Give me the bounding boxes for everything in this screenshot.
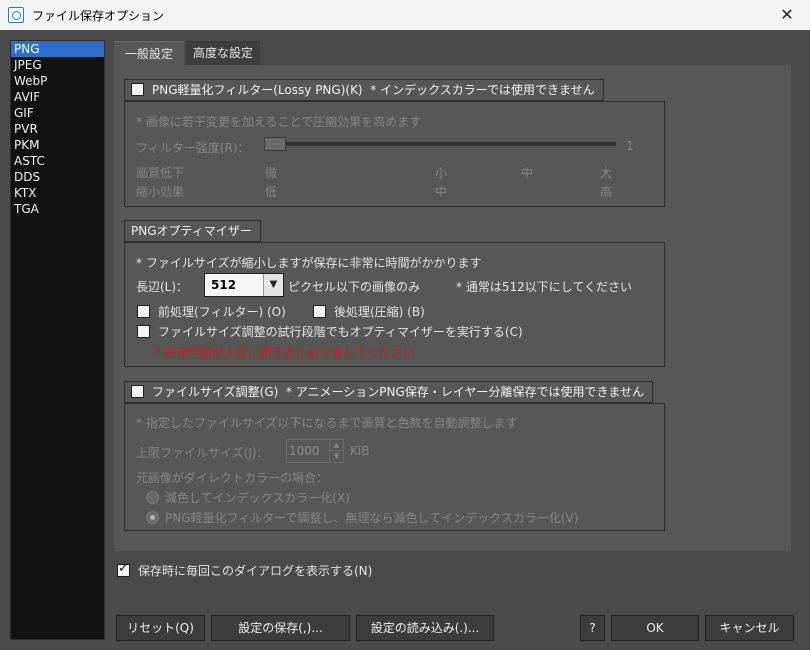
lossy-then-reduce-option[interactable]: PNG軽量化フィルターで調整し、無理なら減色してインデックスカラー化(V) [146, 509, 578, 526]
long-side-suffix: ピクセル以下の画像のみ [288, 280, 421, 294]
close-button[interactable]: ✕ [764, 0, 810, 30]
format-item-gif[interactable]: GIF [11, 105, 104, 121]
lossy-then-reduce-radio[interactable] [146, 511, 159, 524]
filter-strength-value: 1 [626, 139, 634, 153]
lossy-filter-label: PNG軽量化フィルター(Lossy PNG)(K) [152, 83, 363, 97]
compression-effect-label: 縮小効果 [136, 185, 185, 199]
format-item-astc[interactable]: ASTC [11, 153, 104, 169]
optimizer-description: * ファイルサイズが縮小しますが保存に非常に時間がかかります [136, 256, 482, 270]
long-side-value: 512 [211, 278, 237, 292]
long-side-label: 長辺(L)： [136, 280, 189, 294]
show-dialog-label: 保存時に毎回このダイアログを表示する(N) [138, 564, 373, 578]
post-compress-option[interactable]: 後処理(圧縮) (B) [313, 303, 425, 320]
chevron-down-icon[interactable]: ▼ [263, 274, 283, 296]
filesize-adjust-header: ファイルサイズ調整(G) * アニメーションPNG保存・レイヤー分離保存では使用… [124, 381, 654, 403]
lossy-filter-note: * インデックスカラーでは使用できません [370, 83, 595, 97]
filesize-limit-stepper[interactable]: 1000 ▲ ▼ [286, 439, 344, 463]
filesize-description: * 指定したファイルサイズ以下になるまで画質と色数を自動調整します [136, 416, 518, 430]
compression-effect-tick-3: 高 [600, 185, 613, 199]
help-button[interactable]: ? [580, 615, 605, 641]
format-item-pvr[interactable]: PVR [11, 121, 104, 137]
save-settings-button[interactable]: 設定の保存(,)... [211, 615, 350, 641]
run-in-trial-label: ファイルサイズ調整の試行段階でもオプティマイザーを実行する(C) [158, 325, 523, 339]
format-item-webp[interactable]: WebP [11, 73, 104, 89]
lossy-then-reduce-label: PNG軽量化フィルターで調整し、無理なら減色してインデックスカラー化(V) [165, 511, 579, 525]
format-item-avif[interactable]: AVIF [11, 89, 104, 105]
format-list: PNG JPEG WebP AVIF GIF PVR PKM ASTC DDS … [10, 40, 105, 640]
format-item-pkm[interactable]: PKM [11, 137, 104, 153]
filesize-limit-unit: KiB [350, 444, 370, 458]
format-item-ktx[interactable]: KTX [11, 185, 104, 201]
window-title: ファイル保存オプション [32, 9, 165, 23]
processing-time-warning: * 処理時間が大幅に増えるため注意してください [154, 346, 415, 360]
show-dialog-option[interactable]: 保存時に毎回このダイアログを表示する(N) [117, 561, 373, 579]
title-bar: ファイル保存オプション ✕ [0, 0, 810, 30]
tab-advanced[interactable]: 高度な設定 [186, 41, 260, 65]
filter-strength-slider-track[interactable] [268, 142, 616, 146]
stepper-up-icon[interactable]: ▲ [329, 440, 343, 451]
quality-loss-tick-3: 中 [521, 166, 534, 180]
direct-color-label: 元画像がダイレクトカラーの場合： [136, 471, 329, 485]
filesize-adjust-label: ファイルサイズ調整(G) [152, 385, 279, 399]
filesize-adjust-checkbox[interactable] [131, 385, 144, 398]
format-item-jpeg[interactable]: JPEG [11, 57, 104, 73]
load-settings-button[interactable]: 設定の読み込み(.)... [356, 615, 494, 641]
run-in-trial-option[interactable]: ファイルサイズ調整の試行段階でもオプティマイザーを実行する(C) [137, 323, 523, 340]
pre-filter-checkbox[interactable] [137, 305, 150, 318]
lossy-filter-header: PNG軽量化フィルター(Lossy PNG)(K) * インデックスカラーでは使… [124, 79, 604, 101]
app-icon [8, 7, 24, 23]
filter-strength-slider-thumb[interactable] [264, 137, 286, 151]
format-item-png[interactable]: PNG [11, 41, 104, 57]
compression-effect-tick-1: 低 [265, 185, 278, 199]
pre-filter-label: 前処理(フィルター) (O) [158, 305, 286, 319]
filter-strength-label: フィルター強度(R)： [136, 141, 250, 155]
show-dialog-checkbox[interactable] [117, 561, 130, 577]
filesize-limit-value: 1000 [289, 444, 320, 458]
reduce-colors-label: 減色してインデックスカラー化(X) [165, 491, 350, 505]
lossy-filter-description: * 画像に若干変更を加えることで圧縮効果を高めます [136, 115, 422, 129]
cancel-button[interactable]: キャンセル [705, 615, 794, 641]
filesize-adjust-note: * アニメーションPNG保存・レイヤー分離保存では使用できません [285, 385, 645, 399]
reset-button[interactable]: リセット(Q) [116, 615, 205, 641]
stepper-down-icon[interactable]: ▼ [329, 451, 343, 462]
ok-button[interactable]: OK [611, 615, 699, 641]
compression-effect-tick-2: 中 [435, 185, 448, 199]
png-optimizer-header: PNGオプティマイザー [124, 220, 261, 242]
run-in-trial-checkbox[interactable] [137, 325, 150, 338]
post-compress-label: 後処理(圧縮) (B) [334, 305, 425, 319]
format-item-dds[interactable]: DDS [11, 169, 104, 185]
pre-filter-option[interactable]: 前処理(フィルター) (O) [137, 303, 286, 320]
quality-loss-tick-2: 小 [435, 166, 448, 180]
format-item-tga[interactable]: TGA [11, 201, 104, 217]
reduce-colors-radio[interactable] [146, 491, 159, 504]
reduce-colors-option[interactable]: 減色してインデックスカラー化(X) [146, 489, 350, 506]
quality-loss-tick-1: 微 [265, 166, 278, 180]
tab-general[interactable]: 一般設定 [114, 41, 184, 65]
long-side-select[interactable]: 512 ▼ [204, 273, 284, 297]
lossy-filter-checkbox[interactable] [131, 83, 144, 96]
filesize-limit-label: 上限ファイルサイズ(J)： [136, 446, 269, 460]
long-side-note: * 通常は512以下にしてください [456, 280, 632, 294]
post-compress-checkbox[interactable] [313, 305, 326, 318]
quality-loss-tick-4: 大 [600, 166, 613, 180]
quality-loss-label: 画質低下 [136, 166, 185, 180]
